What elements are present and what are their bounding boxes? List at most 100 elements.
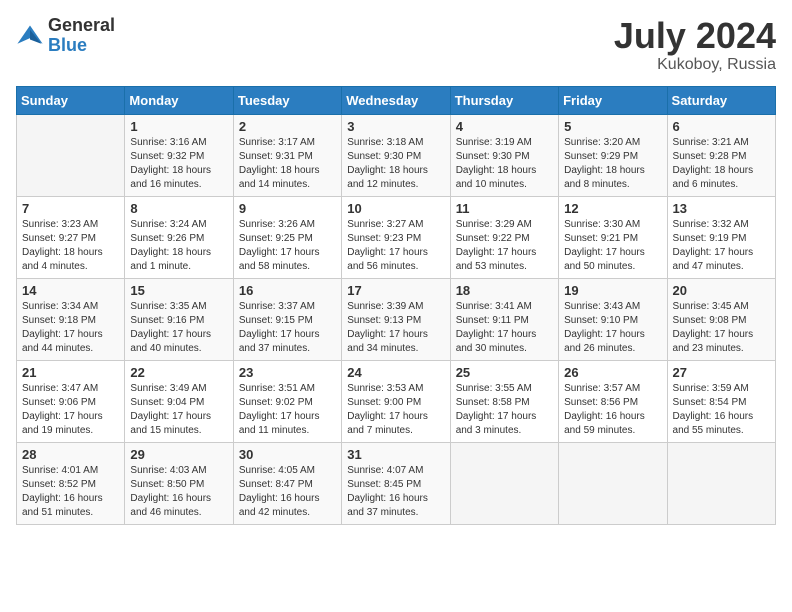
day-info: Sunrise: 3:30 AM Sunset: 9:21 PM Dayligh… — [564, 218, 661, 274]
calendar-cell: 14Sunrise: 3:34 AM Sunset: 9:18 PM Dayli… — [17, 278, 125, 360]
page-header: General Blue July 2024 Kukoboy, Russia — [16, 16, 776, 74]
calendar-cell: 15 Sunrise: 3:35 AM Sunset: 9:16 PM Dayli… — [125, 278, 233, 360]
calendar-cell: 31 Sunrise: 4:07 AM Sunset: 8:45 PM Dayli… — [342, 442, 450, 524]
calendar-cell: 13Sunrise: 3:32 AM Sunset: 9:19 PM Dayli… — [667, 196, 775, 278]
day-number: 24 — [347, 365, 444, 380]
calendar-cell: 1 Sunrise: 3:16 AM Sunset: 9:32 PM Daylig… — [125, 114, 233, 196]
weekday-header-friday: Friday — [559, 86, 667, 114]
day-info: Sunrise: 3:45 AM Sunset: 9:08 PM Dayligh… — [673, 300, 770, 356]
day-number: 30 — [239, 447, 336, 462]
weekday-header-row: SundayMondayTuesdayWednesdayThursdayFrid… — [17, 86, 776, 114]
day-number: 16 — [239, 283, 336, 298]
day-number: 17 — [347, 283, 444, 298]
day-info: Sunrise: 3:24 AM Sunset: 9:26 PM Dayligh… — [130, 218, 227, 274]
calendar-cell: 30 Sunrise: 4:05 AM Sunset: 8:47 PM Dayli… — [233, 442, 341, 524]
weekday-header-wednesday: Wednesday — [342, 86, 450, 114]
day-info: Sunrise: 3:53 AM Sunset: 9:00 PM Dayligh… — [347, 382, 444, 438]
day-number: 5 — [564, 119, 661, 134]
weekday-header-thursday: Thursday — [450, 86, 558, 114]
day-info: Sunrise: 3:29 AM Sunset: 9:22 PM Dayligh… — [456, 218, 553, 274]
day-info: Sunrise: 3:21 AM Sunset: 9:28 PM Dayligh… — [673, 136, 770, 192]
day-number: 10 — [347, 201, 444, 216]
weekday-header-monday: Monday — [125, 86, 233, 114]
calendar-cell: 16 Sunrise: 3:37 AM Sunset: 9:15 PM Dayli… — [233, 278, 341, 360]
day-info: Sunrise: 3:55 AM Sunset: 8:58 PM Dayligh… — [456, 382, 553, 438]
weekday-header-sunday: Sunday — [17, 86, 125, 114]
calendar-cell: 5Sunrise: 3:20 AM Sunset: 9:29 PM Daylig… — [559, 114, 667, 196]
title-area: July 2024 Kukoboy, Russia — [614, 16, 776, 74]
weekday-header-saturday: Saturday — [667, 86, 775, 114]
day-info: Sunrise: 3:26 AM Sunset: 9:25 PM Dayligh… — [239, 218, 336, 274]
calendar-week-row: 7Sunrise: 3:23 AM Sunset: 9:27 PM Daylig… — [17, 196, 776, 278]
day-info: Sunrise: 3:17 AM Sunset: 9:31 PM Dayligh… — [239, 136, 336, 192]
calendar-cell: 4 Sunrise: 3:19 AM Sunset: 9:30 PM Daylig… — [450, 114, 558, 196]
calendar-cell: 9 Sunrise: 3:26 AM Sunset: 9:25 PM Daylig… — [233, 196, 341, 278]
weekday-header-tuesday: Tuesday — [233, 86, 341, 114]
calendar-cell: 25 Sunrise: 3:55 AM Sunset: 8:58 PM Dayli… — [450, 360, 558, 442]
day-info: Sunrise: 3:16 AM Sunset: 9:32 PM Dayligh… — [130, 136, 227, 192]
day-number: 22 — [130, 365, 227, 380]
calendar-cell: 6Sunrise: 3:21 AM Sunset: 9:28 PM Daylig… — [667, 114, 775, 196]
day-info: Sunrise: 3:39 AM Sunset: 9:13 PM Dayligh… — [347, 300, 444, 356]
day-number: 19 — [564, 283, 661, 298]
calendar-cell: 28 Sunrise: 4:01 AM Sunset: 8:52 PM Dayli… — [17, 442, 125, 524]
day-number: 4 — [456, 119, 553, 134]
day-number: 13 — [673, 201, 770, 216]
day-info: Sunrise: 3:27 AM Sunset: 9:23 PM Dayligh… — [347, 218, 444, 274]
day-info: Sunrise: 4:01 AM Sunset: 8:52 PM Dayligh… — [22, 464, 119, 520]
day-info: Sunrise: 3:37 AM Sunset: 9:15 PM Dayligh… — [239, 300, 336, 356]
calendar-cell: 26Sunrise: 3:57 AM Sunset: 8:56 PM Dayli… — [559, 360, 667, 442]
day-number: 21 — [22, 365, 119, 380]
calendar-cell: 29Sunrise: 4:03 AM Sunset: 8:50 PM Dayli… — [125, 442, 233, 524]
calendar-cell: 23Sunrise: 3:51 AM Sunset: 9:02 PM Dayli… — [233, 360, 341, 442]
day-number: 20 — [673, 283, 770, 298]
logo-text-general: General — [48, 16, 115, 36]
calendar-cell: 27 Sunrise: 3:59 AM Sunset: 8:54 PM Dayli… — [667, 360, 775, 442]
day-number: 25 — [456, 365, 553, 380]
calendar-cell — [17, 114, 125, 196]
day-number: 18 — [456, 283, 553, 298]
day-number: 28 — [22, 447, 119, 462]
day-number: 2 — [239, 119, 336, 134]
day-info: Sunrise: 3:59 AM Sunset: 8:54 PM Dayligh… — [673, 382, 770, 438]
logo-text-blue: Blue — [48, 35, 87, 55]
day-info: Sunrise: 3:19 AM Sunset: 9:30 PM Dayligh… — [456, 136, 553, 192]
day-number: 1 — [130, 119, 227, 134]
day-info: Sunrise: 3:43 AM Sunset: 9:10 PM Dayligh… — [564, 300, 661, 356]
calendar-cell — [450, 442, 558, 524]
day-number: 26 — [564, 365, 661, 380]
day-info: Sunrise: 4:03 AM Sunset: 8:50 PM Dayligh… — [130, 464, 227, 520]
day-number: 27 — [673, 365, 770, 380]
location-subtitle: Kukoboy, Russia — [614, 56, 776, 74]
day-number: 3 — [347, 119, 444, 134]
calendar-cell — [667, 442, 775, 524]
day-info: Sunrise: 4:05 AM Sunset: 8:47 PM Dayligh… — [239, 464, 336, 520]
calendar-week-row: 28 Sunrise: 4:01 AM Sunset: 8:52 PM Dayli… — [17, 442, 776, 524]
calendar-week-row: 1 Sunrise: 3:16 AM Sunset: 9:32 PM Daylig… — [17, 114, 776, 196]
calendar-cell: 12 Sunrise: 3:30 AM Sunset: 9:21 PM Dayli… — [559, 196, 667, 278]
day-number: 7 — [22, 201, 119, 216]
day-number: 9 — [239, 201, 336, 216]
day-number: 31 — [347, 447, 444, 462]
logo-icon — [16, 24, 44, 48]
calendar-cell: 18 Sunrise: 3:41 AM Sunset: 9:11 PM Dayli… — [450, 278, 558, 360]
calendar-cell: 19 Sunrise: 3:43 AM Sunset: 9:10 PM Dayli… — [559, 278, 667, 360]
day-number: 14 — [22, 283, 119, 298]
calendar-week-row: 14Sunrise: 3:34 AM Sunset: 9:18 PM Dayli… — [17, 278, 776, 360]
day-number: 23 — [239, 365, 336, 380]
day-number: 15 — [130, 283, 227, 298]
calendar-cell: 21Sunrise: 3:47 AM Sunset: 9:06 PM Dayli… — [17, 360, 125, 442]
day-number: 12 — [564, 201, 661, 216]
day-number: 8 — [130, 201, 227, 216]
day-info: Sunrise: 3:18 AM Sunset: 9:30 PM Dayligh… — [347, 136, 444, 192]
day-info: Sunrise: 3:41 AM Sunset: 9:11 PM Dayligh… — [456, 300, 553, 356]
calendar-week-row: 21Sunrise: 3:47 AM Sunset: 9:06 PM Dayli… — [17, 360, 776, 442]
calendar-table: SundayMondayTuesdayWednesdayThursdayFrid… — [16, 86, 776, 525]
calendar-cell: 17 Sunrise: 3:39 AM Sunset: 9:13 PM Dayli… — [342, 278, 450, 360]
calendar-cell — [559, 442, 667, 524]
calendar-cell: 10 Sunrise: 3:27 AM Sunset: 9:23 PM Dayli… — [342, 196, 450, 278]
calendar-cell: 8 Sunrise: 3:24 AM Sunset: 9:26 PM Daylig… — [125, 196, 233, 278]
day-info: Sunrise: 3:35 AM Sunset: 9:16 PM Dayligh… — [130, 300, 227, 356]
logo: General Blue — [16, 16, 115, 56]
day-info: Sunrise: 4:07 AM Sunset: 8:45 PM Dayligh… — [347, 464, 444, 520]
